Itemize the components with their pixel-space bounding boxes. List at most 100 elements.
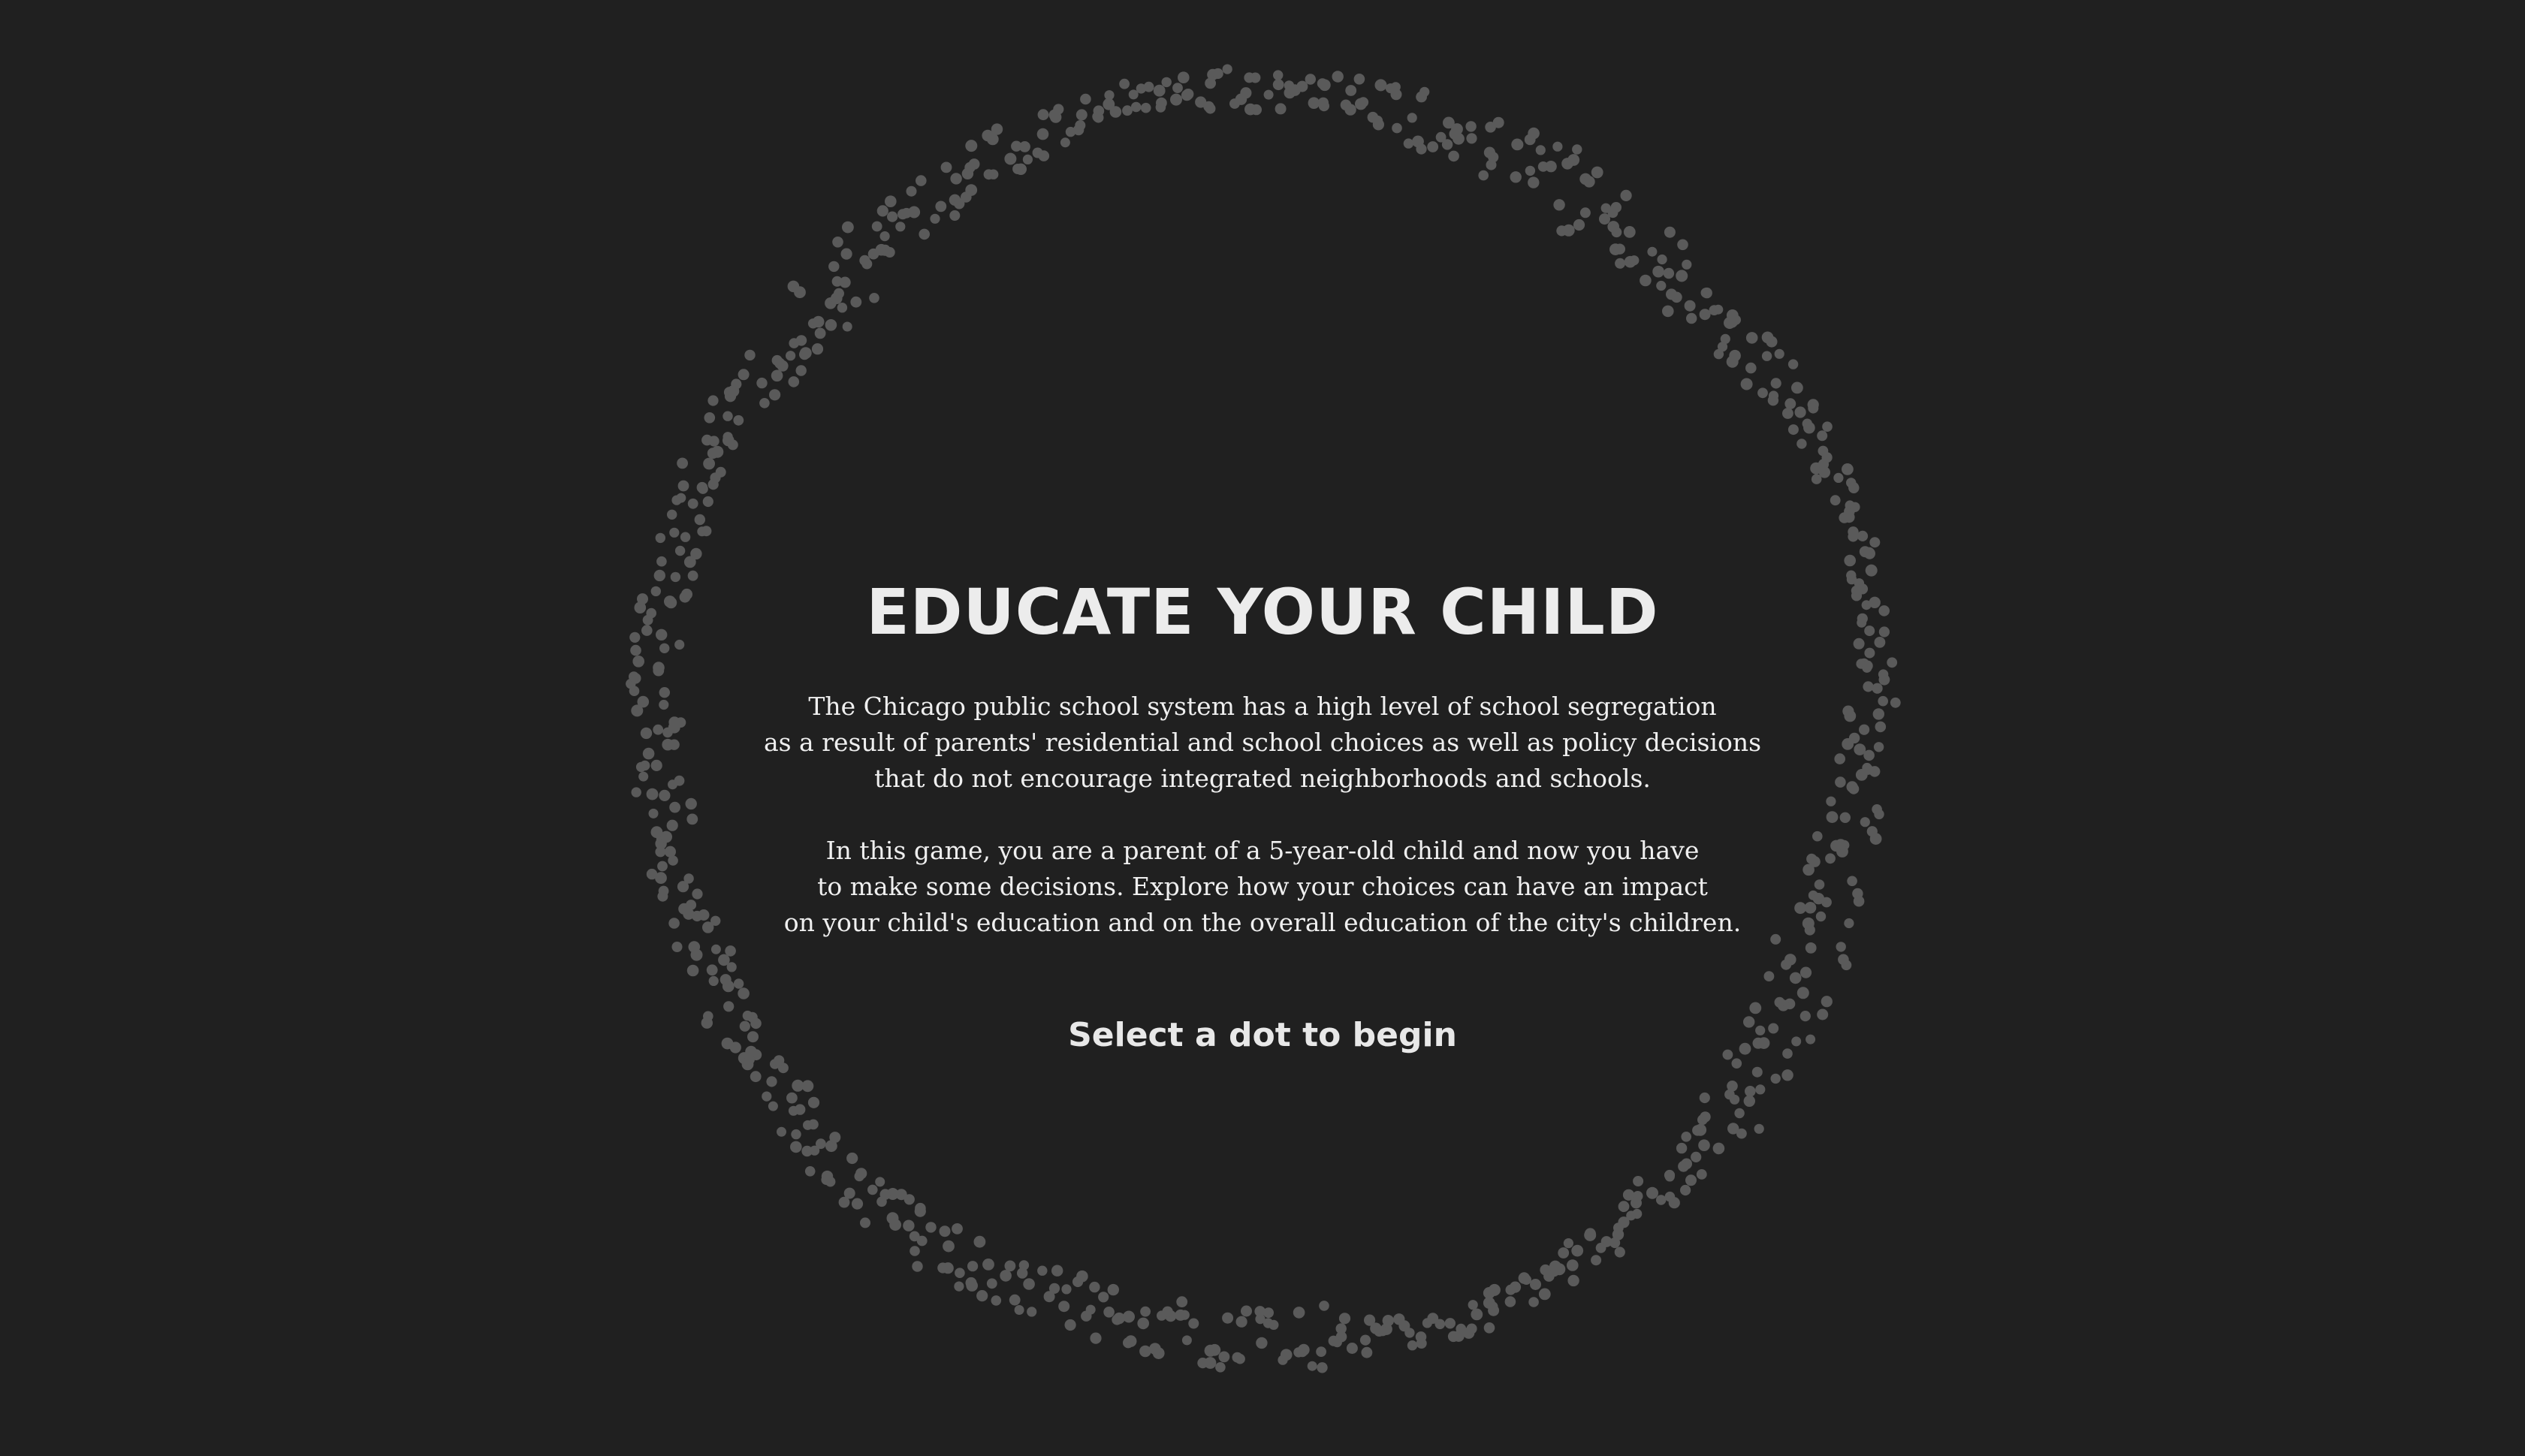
selectable-dot[interactable] xyxy=(1848,531,1859,542)
selectable-dot[interactable] xyxy=(1680,1184,1691,1196)
selectable-dot[interactable] xyxy=(1804,924,1815,936)
selectable-dot[interactable] xyxy=(1072,124,1085,136)
selectable-dot[interactable] xyxy=(1018,1260,1030,1271)
selectable-dot[interactable] xyxy=(1791,381,1803,394)
selectable-dot[interactable] xyxy=(1730,1094,1740,1105)
selectable-dot[interactable] xyxy=(738,369,750,381)
selectable-dot[interactable] xyxy=(777,1126,786,1137)
selectable-dot[interactable] xyxy=(876,205,888,217)
selectable-dot[interactable] xyxy=(719,974,732,986)
selectable-dot[interactable] xyxy=(1573,219,1585,231)
selectable-dot[interactable] xyxy=(1104,90,1115,101)
selectable-dot[interactable] xyxy=(1874,809,1884,820)
selectable-dot[interactable] xyxy=(1093,105,1105,116)
selectable-dot[interactable] xyxy=(1278,1355,1288,1365)
selectable-dot[interactable] xyxy=(839,276,851,288)
selectable-dot[interactable] xyxy=(1361,1346,1373,1358)
selectable-dot[interactable] xyxy=(1103,1307,1115,1318)
selectable-dot[interactable] xyxy=(1656,280,1667,291)
selectable-dot[interactable] xyxy=(914,1205,926,1217)
selectable-dot[interactable] xyxy=(851,1198,864,1210)
selectable-dot[interactable] xyxy=(825,319,837,331)
selectable-dot[interactable] xyxy=(976,1290,988,1302)
selectable-dot[interactable] xyxy=(1393,1313,1405,1325)
selectable-dot[interactable] xyxy=(769,389,781,401)
selectable-dot[interactable] xyxy=(1657,254,1667,265)
selectable-dot[interactable] xyxy=(1275,103,1287,115)
selectable-dot[interactable] xyxy=(646,868,658,880)
selectable-dot[interactable] xyxy=(723,1001,735,1012)
selectable-dot[interactable] xyxy=(1317,1362,1328,1373)
selectable-dot[interactable] xyxy=(1839,812,1851,824)
selectable-dot[interactable] xyxy=(708,975,719,986)
selectable-dot[interactable] xyxy=(653,569,665,582)
selectable-dot[interactable] xyxy=(674,775,685,786)
selectable-dot[interactable] xyxy=(676,493,686,503)
selectable-dot[interactable] xyxy=(1803,421,1815,434)
selectable-dot[interactable] xyxy=(952,1223,963,1234)
selectable-dot[interactable] xyxy=(1826,796,1836,806)
selectable-dot[interactable] xyxy=(1178,71,1190,83)
selectable-dot[interactable] xyxy=(1130,101,1142,113)
selectable-dot[interactable] xyxy=(759,398,770,408)
selectable-dot[interactable] xyxy=(671,942,683,952)
selectable-dot[interactable] xyxy=(1815,911,1827,922)
selectable-dot[interactable] xyxy=(1890,697,1901,708)
selectable-dot[interactable] xyxy=(1316,1346,1326,1357)
selectable-dot[interactable] xyxy=(1844,918,1854,929)
selectable-dot[interactable] xyxy=(685,797,697,810)
selectable-dot[interactable] xyxy=(1403,138,1414,149)
selectable-dot[interactable] xyxy=(1784,398,1796,410)
selectable-dot[interactable] xyxy=(1878,674,1890,686)
selectable-dot[interactable] xyxy=(1098,1292,1109,1303)
selectable-dot[interactable] xyxy=(637,695,650,708)
selectable-dot[interactable] xyxy=(1814,879,1825,890)
selectable-dot[interactable] xyxy=(771,369,783,382)
selectable-dot[interactable] xyxy=(965,184,978,196)
selectable-dot[interactable] xyxy=(869,293,879,303)
selectable-dot[interactable] xyxy=(1478,170,1489,181)
selectable-dot[interactable] xyxy=(1663,267,1675,279)
selectable-dot[interactable] xyxy=(1181,89,1193,101)
selectable-dot[interactable] xyxy=(659,687,670,698)
selectable-dot[interactable] xyxy=(1757,387,1768,399)
selectable-dot[interactable] xyxy=(750,1071,762,1083)
selectable-dot[interactable] xyxy=(733,414,744,426)
selectable-dot[interactable] xyxy=(657,861,668,872)
selectable-dot[interactable] xyxy=(704,412,716,424)
selectable-dot[interactable] xyxy=(1293,1307,1305,1319)
selectable-dot[interactable] xyxy=(1525,165,1536,176)
selectable-dot[interactable] xyxy=(1456,1323,1467,1334)
selectable-dot[interactable] xyxy=(1622,1189,1635,1201)
selectable-dot[interactable] xyxy=(991,123,1003,135)
selectable-dot[interactable] xyxy=(1416,91,1427,103)
selectable-dot[interactable] xyxy=(1317,97,1329,108)
selectable-dot[interactable] xyxy=(1468,1300,1478,1310)
selectable-dot[interactable] xyxy=(1727,1081,1738,1092)
selectable-dot[interactable] xyxy=(1844,554,1856,567)
selectable-dot[interactable] xyxy=(1799,1011,1811,1022)
selectable-dot[interactable] xyxy=(637,593,648,605)
selectable-dot[interactable] xyxy=(650,586,661,597)
selectable-dot[interactable] xyxy=(648,808,659,818)
selectable-dot[interactable] xyxy=(1860,817,1870,827)
selectable-dot[interactable] xyxy=(1256,1337,1268,1349)
selectable-dot[interactable] xyxy=(1197,1358,1208,1369)
selectable-dot[interactable] xyxy=(908,206,921,219)
selectable-dot[interactable] xyxy=(1676,270,1688,282)
selectable-dot[interactable] xyxy=(1805,942,1817,954)
selectable-dot[interactable] xyxy=(1448,150,1459,162)
selectable-dot[interactable] xyxy=(1390,82,1401,92)
selectable-dot[interactable] xyxy=(1332,71,1344,83)
selectable-dot[interactable] xyxy=(1864,626,1875,637)
selectable-dot[interactable] xyxy=(1794,902,1807,915)
selectable-dot[interactable] xyxy=(1734,1108,1745,1119)
selectable-dot[interactable] xyxy=(935,200,947,213)
selectable-dot[interactable] xyxy=(1543,1271,1555,1282)
selectable-dot[interactable] xyxy=(1656,1195,1667,1205)
selectable-dot[interactable] xyxy=(803,1120,813,1130)
selectable-dot[interactable] xyxy=(1817,430,1828,442)
selectable-dot[interactable] xyxy=(1572,144,1582,155)
selectable-dot[interactable] xyxy=(1686,312,1697,324)
selectable-dot[interactable] xyxy=(1842,738,1854,750)
